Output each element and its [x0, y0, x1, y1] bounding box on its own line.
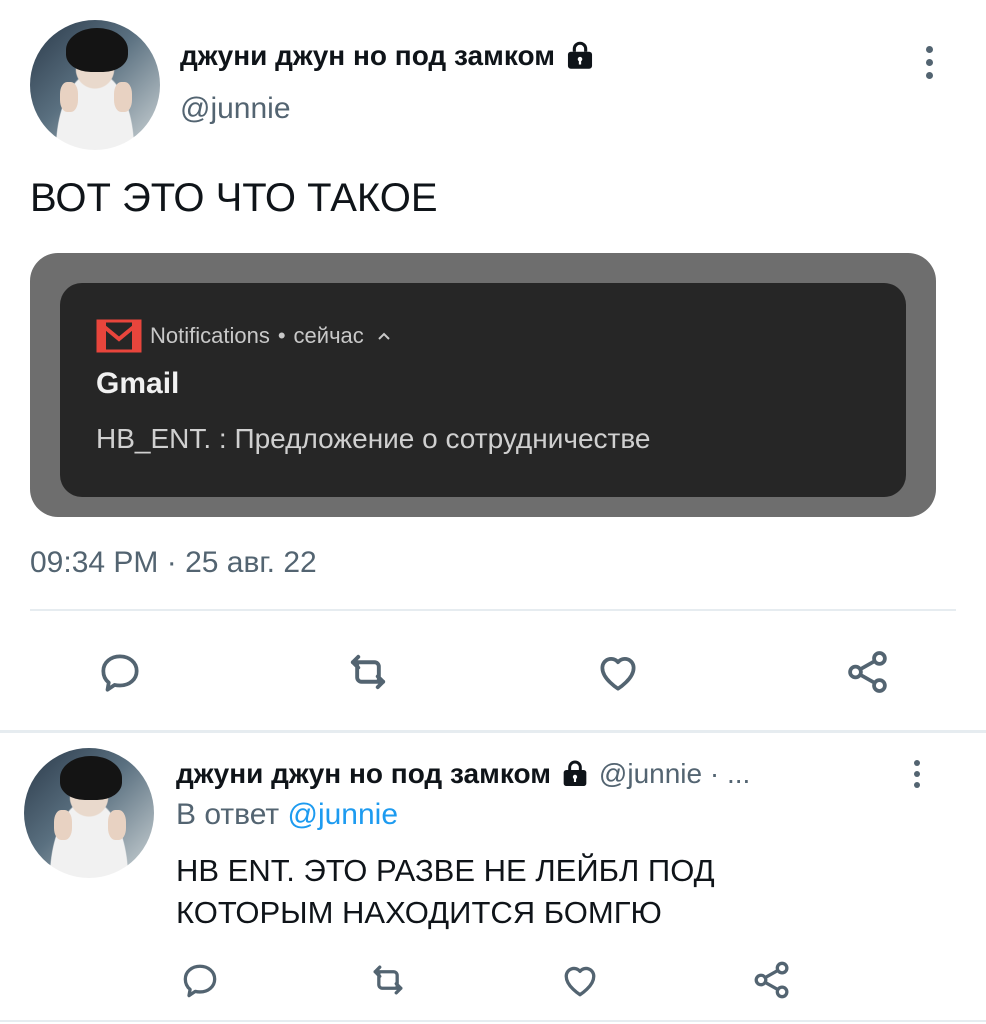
- author-handle[interactable]: @junnie: [180, 92, 291, 126]
- thread-separator: [0, 730, 986, 733]
- retweet-icon[interactable]: [364, 956, 412, 1004]
- share-icon[interactable]: [748, 956, 796, 1004]
- like-icon[interactable]: [556, 956, 604, 1004]
- avatar[interactable]: [30, 20, 160, 150]
- share-icon[interactable]: [840, 644, 896, 700]
- notification-message: HB_ENT. : Предложение о сотрудничестве: [96, 423, 651, 454]
- retweet-icon[interactable]: [340, 644, 396, 700]
- reply-text: HB ENT. ЭТО РАЗВЕ НЕ ЛЕЙБЛ ПОД КОТОРЫМ Н…: [176, 850, 715, 934]
- reply-text-line: HB ENT. ЭТО РАЗВЕ НЕ ЛЕЙБЛ ПОД: [176, 853, 715, 888]
- tweet-timestamp[interactable]: 09:34 PM · 25 авг. 22: [30, 546, 317, 580]
- notification-header: Notifications • сейчас: [96, 319, 392, 353]
- reply-text-line: КОТОРЫМ НАХОДИТСЯ БОМГЮ: [176, 895, 662, 930]
- bottom-divider: [0, 1020, 986, 1022]
- notification-app: Gmail: [96, 367, 180, 400]
- reply-context: В ответ @junnie: [176, 798, 398, 832]
- notification-time: сейчас: [293, 323, 364, 348]
- gmail-icon: [96, 319, 142, 353]
- reply-prefix: В ответ: [176, 798, 280, 831]
- tweet-text: ВОТ ЭТО ЧТО ТАКОЕ: [30, 176, 438, 220]
- more-options-icon[interactable]: [926, 46, 933, 79]
- reply-handle-meta[interactable]: @junnie · ...: [599, 758, 750, 790]
- reply-author-row: джуни джун но под замком @junnie · ...: [176, 754, 750, 794]
- reply-avatar[interactable]: [24, 748, 154, 878]
- chevron-up-icon: [378, 332, 390, 340]
- like-icon[interactable]: [590, 644, 646, 700]
- reply-more-options-icon[interactable]: [914, 760, 920, 788]
- reply-icon[interactable]: [176, 956, 224, 1004]
- lock-icon: [563, 760, 587, 786]
- author-name[interactable]: джуни джун но под замком: [180, 40, 555, 72]
- divider: [30, 609, 956, 611]
- lock-icon: [567, 41, 592, 69]
- author-name-row: джуни джун но под замком: [180, 36, 597, 76]
- reply-author-name[interactable]: джуни джун но под замком: [176, 758, 551, 790]
- reply-icon[interactable]: [92, 644, 148, 700]
- tweet-image[interactable]: Notifications • сейчас Gmail HB_ENT. : П…: [30, 253, 936, 517]
- notification-source: Notifications: [150, 323, 270, 348]
- gmail-notification: Notifications • сейчас Gmail HB_ENT. : П…: [60, 283, 906, 497]
- separator-dot: •: [277, 323, 286, 348]
- reply-to-handle[interactable]: @junnie: [287, 798, 398, 831]
